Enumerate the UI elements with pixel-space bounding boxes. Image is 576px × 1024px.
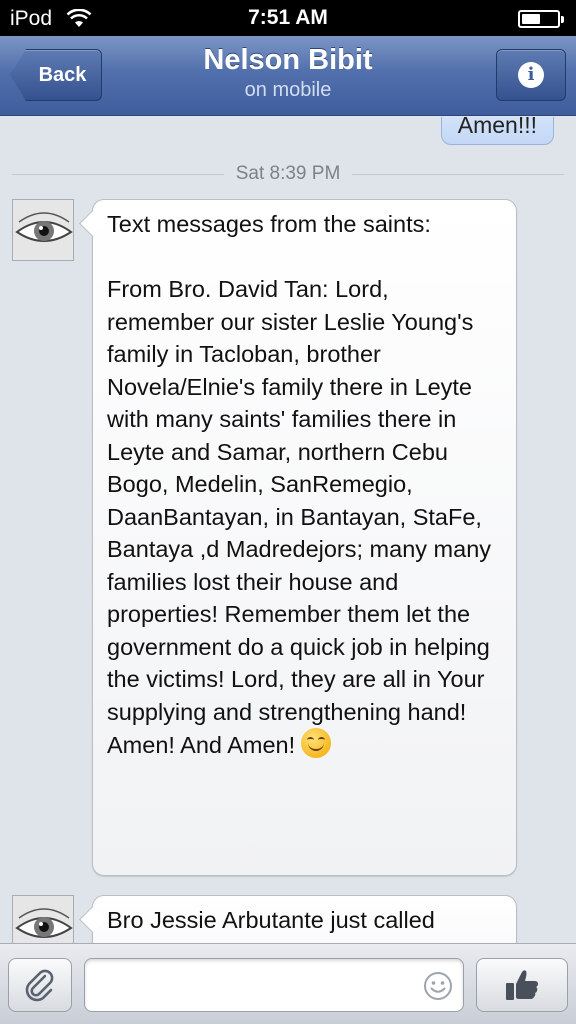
smiley-icon[interactable] <box>423 971 453 1001</box>
contact-name: Nelson Bibit <box>203 44 373 76</box>
smiling-face-emoji-icon <box>301 728 332 758</box>
battery-icon <box>518 10 564 28</box>
message-input-bar <box>0 943 576 1024</box>
message-text: Bro Jessie Arbutante just called <box>107 907 435 933</box>
sent-message-bubble: Amen!!! <box>440 117 554 145</box>
like-button[interactable] <box>476 958 568 1012</box>
message-text: Text messages from the saints: From Bro.… <box>107 211 492 758</box>
contact-header: Nelson Bibit on mobile <box>120 44 456 102</box>
info-button[interactable]: i <box>496 49 566 101</box>
received-message-bubble: Text messages from the saints: From Bro.… <box>92 199 517 876</box>
status-bar: iPod 7:51 AM <box>0 0 576 36</box>
timestamp: Sat 8:39 PM <box>223 163 353 184</box>
attach-button[interactable] <box>8 958 72 1012</box>
clock: 7:51 AM <box>248 6 328 29</box>
info-icon: i <box>518 62 544 88</box>
thumbs-up-icon <box>506 970 538 1000</box>
contact-avatar[interactable] <box>12 895 74 943</box>
back-button[interactable]: Back <box>10 49 102 101</box>
conversation-view[interactable]: Amen!!! Sat 8:39 PM Text messages from t… <box>0 117 576 943</box>
navigation-bar: Back Nelson Bibit on mobile i <box>0 36 576 116</box>
received-message-bubble: Bro Jessie Arbutante just called <box>92 895 517 943</box>
eye-avatar-icon <box>13 896 73 943</box>
timestamp-divider: Sat 8:39 PM <box>0 161 576 187</box>
paperclip-icon <box>25 969 54 1002</box>
contact-status: on mobile <box>244 79 332 101</box>
eye-avatar-icon <box>13 200 73 260</box>
contact-avatar[interactable] <box>12 199 74 261</box>
message-input[interactable] <box>84 958 464 1012</box>
